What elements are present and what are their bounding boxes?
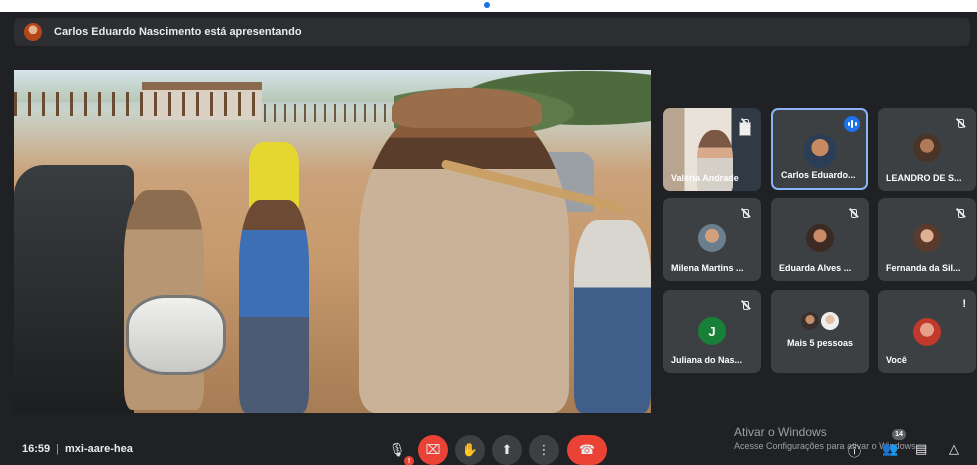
participant-avatar: [802, 134, 837, 168]
more-options-button[interactable]: ⋮: [529, 435, 559, 465]
presenting-label: Carlos Eduardo Nascimento está apresenta…: [54, 26, 302, 38]
alert-icon: !: [962, 298, 966, 310]
self-tile[interactable]: ! Você: [878, 290, 976, 373]
mic-off-icon: [847, 206, 861, 220]
video-car: [14, 165, 134, 413]
mic-off-icon: [954, 206, 968, 220]
participant-tile[interactable]: Eduarda Alves ...: [771, 198, 869, 281]
participant-avatar: [806, 224, 834, 252]
participant-tile[interactable]: J Juliana do Nas...: [663, 290, 761, 373]
participant-tile-active[interactable]: Carlos Eduardo...: [771, 108, 868, 190]
mic-icon: 🎙: [388, 442, 406, 457]
mic-off-icon: [739, 298, 753, 312]
presenter-avatar: [24, 23, 42, 41]
participant-name: Juliana do Nas...: [671, 355, 743, 365]
participant-name: Eduarda Alves ...: [779, 263, 852, 273]
chat-icon: ▤: [915, 441, 928, 456]
more-people-avatars: [801, 312, 839, 330]
mic-off-icon: [954, 116, 968, 130]
info-button[interactable]: ⓘ: [848, 441, 861, 460]
participant-avatar: [698, 224, 726, 252]
self-avatar: [913, 318, 941, 346]
more-options-icon: ⋮: [537, 442, 551, 457]
participant-name: Valéria Andrade: [671, 173, 739, 183]
meeting-info: 16:59 | mxi-aare-hea: [22, 443, 133, 455]
video-person-blue: [239, 200, 309, 413]
video-hat: [392, 88, 542, 128]
mic-off-icon: [739, 116, 753, 130]
participant-name: LEANDRO DE S...: [886, 173, 962, 183]
raise-hand-button[interactable]: ✋: [455, 435, 485, 465]
present-screen-button[interactable]: ⬆: [492, 435, 522, 465]
activities-button[interactable]: △: [949, 441, 959, 457]
participant-tile[interactable]: Milena Martins ...: [663, 198, 761, 281]
participant-initial-avatar: J: [698, 317, 726, 345]
participant-name: Carlos Eduardo...: [781, 170, 856, 180]
participant-tile[interactable]: Fernanda da Sil...: [878, 198, 976, 281]
participant-avatar: [913, 224, 941, 252]
participant-avatar: [913, 134, 941, 162]
video-fence-right: [264, 104, 404, 122]
participant-avatar: [821, 312, 839, 330]
video-drum: [126, 295, 226, 375]
meeting-code: mxi-aare-hea: [65, 443, 133, 455]
camera-off-icon: ⌧: [425, 442, 441, 457]
end-call-button[interactable]: ☎: [567, 435, 607, 465]
participant-tile[interactable]: LEANDRO DE S...: [878, 108, 976, 191]
more-people-label: Mais 5 pessoas: [786, 338, 854, 348]
present-screen-icon: ⬆: [501, 442, 513, 457]
participant-tile[interactable]: Valéria Andrade: [663, 108, 761, 191]
participant-name: Milena Martins ...: [671, 263, 744, 273]
bottom-control-bar: 16:59 | mxi-aare-hea 🎙 ! ⌧ ✋ ⬆ ⋮ ☎ Ativar …: [0, 425, 977, 465]
video-fence: [14, 92, 264, 116]
people-icon: 👥: [882, 441, 899, 456]
separator: |: [56, 443, 59, 455]
more-people-tile[interactable]: Mais 5 pessoas: [771, 290, 869, 373]
chat-button[interactable]: ▤: [915, 441, 927, 457]
participant-name: Você: [886, 355, 907, 365]
speaking-icon: [844, 116, 860, 132]
mic-off-icon: [739, 206, 753, 220]
clock-time: 16:59: [22, 443, 51, 455]
participant-count-badge: 14: [892, 429, 906, 440]
mic-warning-badge: !: [404, 456, 414, 465]
info-icon: ⓘ: [848, 444, 862, 459]
browser-top-strip: [0, 0, 977, 12]
end-call-icon: ☎: [578, 442, 596, 457]
participant-avatar: [801, 312, 819, 330]
browser-indicator-icon: [483, 2, 490, 9]
people-button[interactable]: 👥: [882, 441, 898, 457]
participant-name: Fernanda da Sil...: [886, 263, 961, 273]
presenting-bar: Carlos Eduardo Nascimento está apresenta…: [14, 18, 970, 46]
video-person-right: [574, 220, 651, 413]
watermark-title: Ativar o Windows: [734, 425, 827, 439]
raise-hand-icon: ✋: [461, 442, 479, 457]
camera-button[interactable]: ⌧: [418, 435, 448, 465]
activities-icon: △: [949, 441, 959, 456]
mic-button[interactable]: 🎙 !: [382, 435, 414, 465]
shared-screen-video: [14, 70, 651, 413]
video-flute-player: [359, 100, 569, 413]
